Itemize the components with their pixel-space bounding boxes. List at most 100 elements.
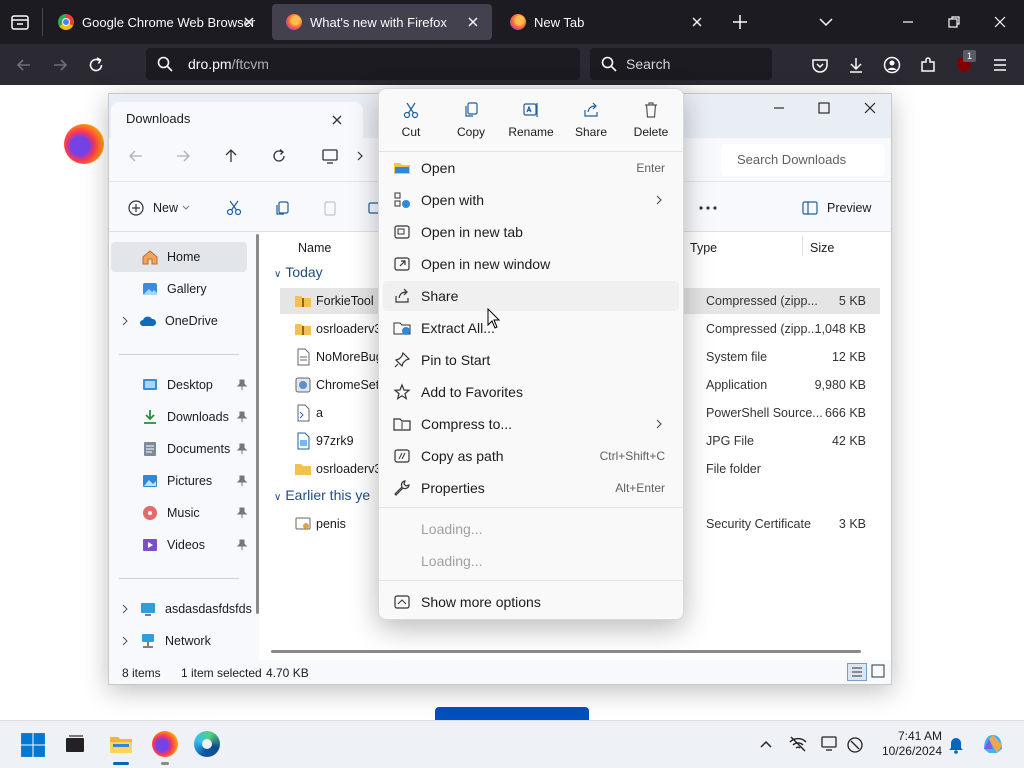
taskbar-file-explorer[interactable] — [104, 724, 138, 766]
menu-item-show-more-options[interactable]: Show more options — [383, 587, 679, 617]
menu-item-properties[interactable]: Properties Alt+Enter — [383, 473, 679, 503]
more-options-icon[interactable] — [697, 199, 719, 217]
app-menu-button[interactable] — [990, 55, 1010, 75]
menu-item-pin-to-start[interactable]: Pin to Start — [383, 345, 679, 375]
menu-item-add-to-favorites[interactable]: Add to Favorites — [383, 377, 679, 407]
nav-item-onedrive[interactable]: OneDrive — [111, 306, 247, 336]
nav-item-videos[interactable]: Videos — [111, 530, 247, 560]
menu-item-open-in-new-tab[interactable]: Open in new tab — [383, 217, 679, 247]
notification-bell-icon[interactable] — [948, 736, 964, 754]
preview-pane-button[interactable]: Preview — [801, 198, 881, 218]
tab-new-tab[interactable]: New Tab — [496, 4, 716, 40]
ublock-extension-button[interactable]: 1 — [954, 50, 976, 76]
chevron-right-icon[interactable] — [355, 150, 365, 162]
copilot-button[interactable] — [980, 731, 1006, 757]
new-tab-button[interactable] — [730, 12, 750, 32]
new-button[interactable]: New — [127, 198, 193, 218]
column-header-size[interactable]: Size — [810, 241, 834, 255]
menu-item-open-with[interactable]: Open with — [383, 185, 679, 215]
sound-muted-icon[interactable] — [846, 736, 864, 754]
arrow-up-icon[interactable] — [222, 147, 240, 165]
nav-item-documents[interactable]: Documents — [111, 434, 247, 464]
group-header-earlier[interactable]: ∨ Earlier this ye — [274, 487, 370, 503]
extensions-button[interactable] — [918, 55, 938, 75]
details-view-icon[interactable] — [847, 663, 867, 681]
menu-item-extract-all[interactable]: Extract All... — [383, 313, 679, 343]
back-button[interactable] — [14, 55, 34, 75]
explorer-tab-downloads[interactable]: Downloads — [111, 102, 363, 138]
quick-action-cut[interactable]: Cut — [381, 97, 441, 145]
network-offline-icon[interactable] — [788, 734, 808, 754]
taskbar-edge[interactable] — [194, 731, 220, 757]
taskbar-firefox[interactable] — [150, 724, 180, 766]
restore-button[interactable] — [944, 12, 964, 32]
close-icon[interactable] — [464, 13, 482, 31]
chevron-right-icon[interactable] — [121, 603, 129, 615]
pin-icon[interactable] — [237, 379, 247, 391]
menu-item-compress-to[interactable]: Compress to... — [383, 409, 679, 439]
arrow-left-icon[interactable] — [127, 147, 145, 165]
refresh-icon[interactable] — [270, 147, 288, 165]
horizontal-scrollbar[interactable] — [271, 650, 861, 653]
copy-icon[interactable] — [273, 199, 291, 217]
menu-item-open-in-new-window[interactable]: Open in new window — [383, 249, 679, 279]
tab-whats-new-firefox[interactable]: What's new with Firefox — [272, 4, 492, 40]
downloads-button[interactable] — [846, 55, 866, 75]
column-header-type[interactable]: Type — [690, 241, 717, 255]
quick-action-share[interactable]: Share — [561, 97, 621, 145]
group-header-today[interactable]: ∨ Today — [274, 264, 323, 280]
chevron-right-icon[interactable] — [121, 315, 129, 327]
forward-button[interactable] — [50, 55, 70, 75]
nav-item-network[interactable]: Network — [111, 626, 247, 656]
arrow-right-icon[interactable] — [174, 147, 192, 165]
nav-item-desktop[interactable]: Desktop — [111, 370, 247, 400]
pin-icon[interactable] — [237, 539, 247, 551]
nav-item-music[interactable]: Music — [111, 498, 247, 528]
close-icon[interactable] — [862, 100, 878, 116]
paste-icon[interactable] — [321, 199, 339, 217]
menu-item-copy-as-path[interactable]: Copy as path Ctrl+Shift+C — [383, 441, 679, 471]
address-bar[interactable]: dro.pm/ftcvm — [146, 48, 580, 80]
pin-icon[interactable] — [237, 411, 247, 423]
display-icon[interactable] — [820, 734, 840, 754]
nav-scrollbar[interactable] — [256, 234, 259, 614]
page-button[interactable] — [435, 707, 589, 721]
minimize-button[interactable] — [898, 12, 918, 32]
task-view-icon[interactable] — [62, 731, 88, 757]
menu-item-open[interactable]: Open Enter — [383, 153, 679, 183]
monitor-icon[interactable] — [321, 147, 339, 165]
pin-icon[interactable] — [237, 443, 247, 455]
search-downloads-input[interactable]: Search Downloads — [721, 144, 885, 176]
nav-item-gallery[interactable]: Gallery — [111, 274, 247, 304]
nav-item-pictures[interactable]: Pictures — [111, 466, 247, 496]
tiles-view-icon[interactable] — [871, 664, 885, 678]
close-icon[interactable] — [688, 13, 706, 31]
account-button[interactable] — [882, 55, 902, 75]
nav-item-this-pc[interactable]: asdasdasfdsfds — [111, 594, 257, 624]
chevron-up-icon[interactable] — [758, 737, 774, 751]
maximize-icon[interactable] — [816, 100, 832, 116]
nav-item-home[interactable]: Home — [111, 242, 247, 272]
reload-button[interactable] — [86, 55, 106, 75]
minimize-icon[interactable] — [771, 100, 787, 116]
chevron-right-icon[interactable] — [121, 635, 129, 647]
quick-action-rename[interactable]: Rename — [501, 97, 561, 145]
close-icon[interactable] — [329, 112, 345, 128]
column-header-name[interactable]: Name — [298, 241, 331, 255]
pin-icon[interactable] — [237, 475, 247, 487]
pin-icon[interactable] — [237, 507, 247, 519]
scissors-icon[interactable] — [225, 199, 243, 217]
list-all-tabs-button[interactable] — [816, 12, 836, 32]
tab-overview-button[interactable] — [10, 12, 30, 32]
close-window-button[interactable] — [990, 12, 1010, 32]
quick-action-delete[interactable]: Delete — [621, 97, 681, 145]
clock[interactable]: 7:41 AM 10/26/2024 — [872, 729, 942, 759]
quick-action-copy[interactable]: Copy — [441, 97, 501, 145]
windows-start-icon[interactable] — [20, 732, 46, 758]
pocket-button[interactable] — [810, 55, 830, 75]
tab-chrome-web-browser[interactable]: Google Chrome Web Browser — [44, 4, 268, 40]
nav-item-downloads[interactable]: Downloads — [111, 402, 247, 432]
menu-item-share[interactable]: Share — [383, 281, 679, 311]
search-bar[interactable]: Search — [590, 48, 772, 80]
close-icon[interactable] — [240, 13, 258, 31]
